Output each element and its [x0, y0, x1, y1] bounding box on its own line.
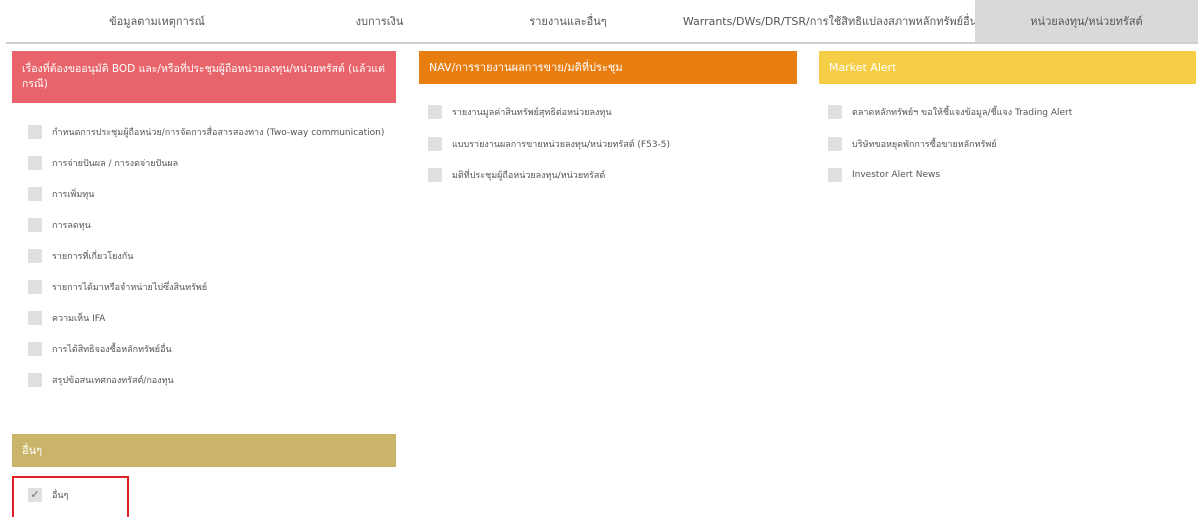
checkbox-item-alert-0[interactable]: ตลาดหลักทรัพย์ฯ ขอให้ชี้แจงข้อมูล/ชี้แจง…: [828, 105, 1072, 119]
checkbox-item-bod-7[interactable]: การได้สิทธิจองซื้อหลักทรัพย์อื่น: [28, 342, 172, 356]
tab-warrants[interactable]: Warrants/DWs/DR/TSR/การใช้สิทธิแปลงสภาพห…: [683, 0, 977, 42]
market-alert-title: Market Alert: [829, 61, 897, 74]
checkbox-label: การเพิ่มทุน: [52, 190, 95, 200]
checkbox[interactable]: [828, 168, 842, 182]
nav-report-panel: NAV/การรายงานผลการขาย/มติที่ประชุม: [419, 51, 797, 84]
bod-approval-panel: เรื่องที่ต้องขออนุมัติ BOD และ/หรือที่ปร…: [12, 51, 396, 103]
tab-reports-others[interactable]: รายงานและอื่นๆ: [451, 0, 685, 42]
checkbox[interactable]: [28, 187, 42, 201]
checkbox[interactable]: [828, 137, 842, 151]
checkbox[interactable]: [28, 156, 42, 170]
checkbox-label: รายการที่เกี่ยวโยงกัน: [52, 252, 134, 262]
checkbox-item-nav-1[interactable]: แบบรายงานผลการขายหน่วยลงทุน/หน่วยทรัสต์ …: [428, 137, 670, 151]
checkbox-label: การได้สิทธิจองซื้อหลักทรัพย์อื่น: [52, 345, 172, 355]
category-tabs: ข้อมูลตามเหตุการณ์ งบการเงิน รายงานและอื…: [6, 0, 1198, 44]
checkbox-label: แบบรายงานผลการขายหน่วยลงทุน/หน่วยทรัสต์ …: [452, 140, 671, 150]
checkbox-item-bod-3[interactable]: การลดทุน: [28, 218, 91, 232]
checkbox[interactable]: [28, 125, 42, 139]
checkbox[interactable]: [428, 137, 442, 151]
checkbox[interactable]: [428, 168, 442, 182]
checkbox-item-alert-2[interactable]: Investor Alert News: [828, 168, 940, 182]
bod-approval-title: เรื่องที่ต้องขออนุมัติ BOD และ/หรือที่ปร…: [22, 63, 385, 90]
checkbox[interactable]: [28, 311, 42, 325]
bod-approval-header: เรื่องที่ต้องขออนุมัติ BOD และ/หรือที่ปร…: [12, 51, 396, 103]
tab-event-info[interactable]: ข้อมูลตามเหตุการณ์: [6, 0, 308, 42]
nav-report-title: NAV/การรายงานผลการขาย/มติที่ประชุม: [429, 61, 623, 74]
checkbox-item-bod-1[interactable]: การจ่ายปันผล / การงดจ่ายปันผล: [28, 156, 178, 170]
checkbox-label: ความเห็น IFA: [52, 314, 106, 324]
checkbox[interactable]: [28, 218, 42, 232]
selection-highlight-box: [12, 476, 129, 517]
other-panel: อื่นๆ: [12, 434, 396, 467]
market-alert-header: Market Alert: [819, 51, 1196, 84]
checkbox-item-bod-5[interactable]: รายการได้มาหรือจำหน่ายไปซึ่งสินทรัพย์: [28, 280, 207, 294]
checkbox-label: มติที่ประชุมผู้ถือหน่วยลงทุน/หน่วยทรัสต์: [452, 171, 606, 181]
checkbox-item-bod-8[interactable]: สรุปข้อสนเทศกองทรัสต์/กองทุน: [28, 373, 174, 387]
checkbox-label: กำหนดการประชุมผู้ถือหน่วย/การจัดการสื่อส…: [52, 128, 385, 138]
other-title: อื่นๆ: [22, 444, 43, 457]
checkbox[interactable]: [28, 280, 42, 294]
checkbox[interactable]: [28, 249, 42, 263]
checkbox-label: การลดทุน: [52, 221, 91, 231]
checkbox-item-nav-0[interactable]: รายงานมูลค่าสินทรัพย์สุทธิต่อหน่วยลงทุน: [428, 105, 611, 119]
tab-units-trust[interactable]: หน่วยลงทุน/หน่วยทรัสต์: [975, 0, 1198, 42]
checkbox-item-bod-4[interactable]: รายการที่เกี่ยวโยงกัน: [28, 249, 133, 263]
other-header: อื่นๆ: [12, 434, 396, 467]
checkbox-item-nav-2[interactable]: มติที่ประชุมผู้ถือหน่วยลงทุน/หน่วยทรัสต์: [428, 168, 605, 182]
checkbox-label: บริษัทขอหยุดพักการซื้อขายหลักทรัพย์: [852, 140, 997, 150]
checkbox[interactable]: [428, 105, 442, 119]
checkbox-item-bod-0[interactable]: กำหนดการประชุมผู้ถือหน่วย/การจัดการสื่อส…: [28, 125, 384, 139]
checkbox-label: การจ่ายปันผล / การงดจ่ายปันผล: [52, 159, 179, 169]
nav-report-header: NAV/การรายงานผลการขาย/มติที่ประชุม: [419, 51, 797, 84]
checkbox[interactable]: [28, 373, 42, 387]
checkbox[interactable]: [28, 342, 42, 356]
checkbox-label: ตลาดหลักทรัพย์ฯ ขอให้ชี้แจงข้อมูล/ชี้แจง…: [852, 108, 1073, 118]
market-alert-panel: Market Alert: [819, 51, 1196, 84]
checkbox-label: สรุปข้อสนเทศกองทรัสต์/กองทุน: [52, 376, 174, 386]
checkbox-item-bod-2[interactable]: การเพิ่มทุน: [28, 187, 94, 201]
checkbox-item-bod-6[interactable]: ความเห็น IFA: [28, 311, 105, 325]
checkbox-label: รายงานมูลค่าสินทรัพย์สุทธิต่อหน่วยลงทุน: [452, 108, 612, 118]
checkbox-label: รายการได้มาหรือจำหน่ายไปซึ่งสินทรัพย์: [52, 283, 208, 293]
checkbox-item-alert-1[interactable]: บริษัทขอหยุดพักการซื้อขายหลักทรัพย์: [828, 137, 997, 151]
checkbox-label: Investor Alert News: [852, 170, 941, 180]
checkbox[interactable]: [828, 105, 842, 119]
tab-financial-statements[interactable]: งบการเงิน: [308, 0, 451, 42]
